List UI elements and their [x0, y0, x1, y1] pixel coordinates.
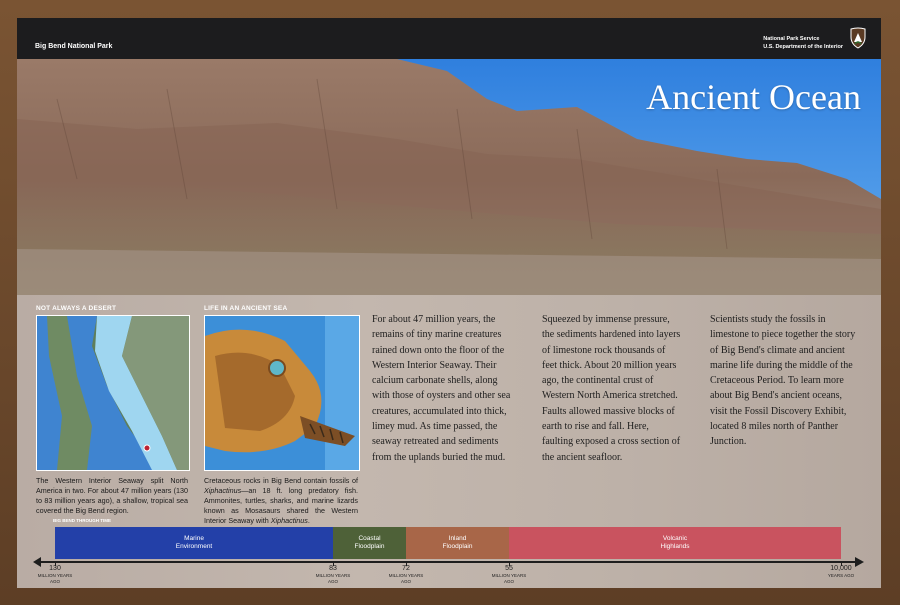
middle-caption-part-1: Cretaceous rocks in Big Bend contain fos…: [204, 476, 358, 485]
middle-caption: Cretaceous rocks in Big Bend contain fos…: [204, 476, 358, 526]
tick-value: 83: [329, 565, 337, 572]
era-marine-line-2: Environment: [175, 543, 213, 550]
left-section-label: NOT ALWAYS A DESERT: [36, 305, 117, 312]
tick-value: 55: [505, 565, 513, 572]
sign-panel: Big Bend National Park National Park Ser…: [17, 18, 881, 588]
era-inland-line-1: Inland: [448, 535, 467, 542]
fish-fossil-image: [205, 316, 359, 470]
page-title: Ancient Ocean: [646, 77, 861, 117]
tick-130: 130 MILLION YEARS AGO: [35, 565, 75, 584]
era-inland: Inland Floodplain: [406, 527, 509, 559]
timeline-label: BIG BEND THROUGH TIME: [53, 518, 111, 523]
tick-55: 55 MILLION YEARS AGO: [489, 565, 529, 584]
agency-text: National Park Service U.S. Department of…: [763, 35, 843, 51]
era-volcanic: Volcanic Highlands: [509, 527, 841, 559]
tick-72: 72 MILLION YEARS AGO: [386, 565, 426, 584]
era-marine: Marine Environment: [55, 527, 333, 559]
text-column-3: Scientists study the fossils in limeston…: [710, 314, 856, 448]
era-volcanic-line-2: Highlands: [660, 543, 690, 550]
tick-value: 72: [402, 565, 410, 572]
middle-section-label: LIFE IN AN ANCIENT SEA: [204, 305, 288, 312]
era-coastal: Coastal Floodplain: [333, 527, 406, 559]
left-caption: The Western Interior Seaway split North …: [36, 476, 188, 515]
seaway-map-image: [37, 316, 189, 470]
tick-value: 130: [49, 565, 61, 572]
middle-caption-italic-1: Xiphactinus: [204, 486, 242, 495]
era-coastal-line-1: Coastal: [358, 535, 381, 542]
era-inland-line-2: Floodplain: [442, 543, 473, 550]
text-column-2: Squeezed by immense pressure, the sedime…: [542, 314, 681, 463]
middle-caption-part-3: .: [307, 516, 310, 525]
tick-83: 83 MILLION YEARS AGO: [313, 565, 353, 584]
text-column-1: For about 47 million years, the remains …: [372, 314, 511, 463]
seaway-map: [36, 315, 190, 471]
tick-unit: MILLION YEARS AGO: [388, 573, 424, 584]
era-coastal-line-2: Floodplain: [354, 543, 385, 550]
tick-unit: MILLION YEARS AGO: [37, 573, 73, 584]
header-bar: Big Bend National Park National Park Ser…: [17, 18, 881, 59]
tick-unit: MILLION YEARS AGO: [491, 573, 527, 584]
nps-arrowhead-logo: [850, 27, 866, 49]
era-volcanic-line-1: Volcanic: [662, 535, 688, 542]
timeline-axis: [37, 561, 857, 563]
tick-value: 10,000: [830, 565, 852, 572]
tick-unit: MILLION YEARS AGO: [315, 573, 351, 584]
era-marine-line-1: Marine: [184, 535, 204, 542]
agency-line-2: U.S. Department of the Interior: [763, 44, 843, 50]
park-name: Big Bend National Park: [35, 43, 113, 50]
xiphactinus-illustration: [204, 315, 360, 471]
tick-10000: 10,000 YEARS AGO: [821, 565, 861, 579]
agency-line-1: National Park Service: [763, 36, 820, 42]
tick-unit: YEARS AGO: [827, 573, 855, 578]
info-section: NOT ALWAYS A DESERT The Western Interior…: [17, 295, 881, 588]
middle-caption-italic-2: Xiphactinus: [270, 516, 308, 525]
